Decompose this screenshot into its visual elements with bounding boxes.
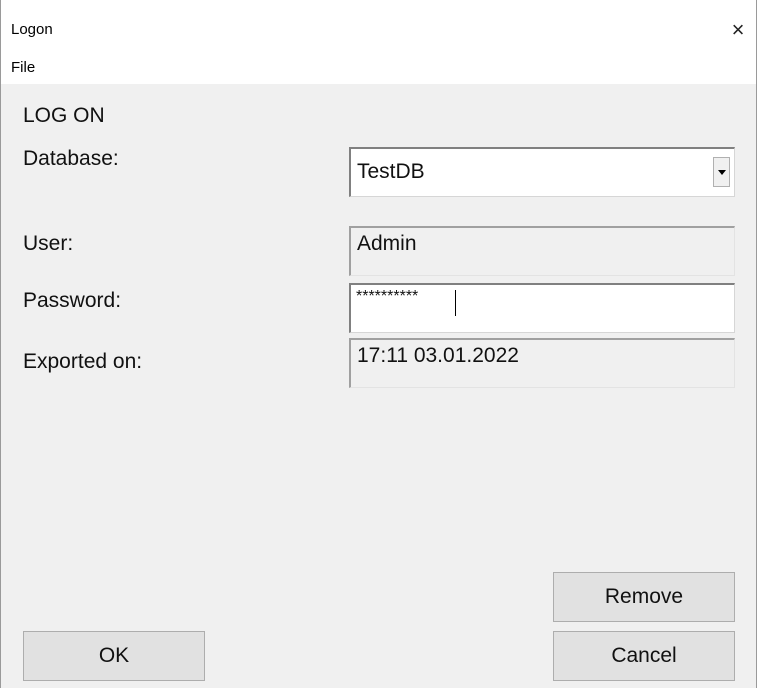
close-icon[interactable]: × xyxy=(720,12,756,48)
window-title: Logon xyxy=(11,21,53,38)
text-caret xyxy=(455,290,456,316)
menu-item-file[interactable]: File xyxy=(11,59,35,76)
title-bar: Logon × xyxy=(1,0,756,52)
chevron-down-icon[interactable] xyxy=(713,157,730,187)
exported-on-value: 17:11 03.01.2022 xyxy=(357,344,519,367)
database-value: TestDB xyxy=(357,160,425,183)
password-label: Password: xyxy=(23,289,122,312)
ok-button[interactable]: OK xyxy=(23,631,205,681)
form-heading: LOG ON xyxy=(23,104,105,127)
user-label: User: xyxy=(23,232,74,255)
exported-on-label: Exported on: xyxy=(23,350,143,373)
exported-on-field: 17:11 03.01.2022 xyxy=(349,338,735,388)
user-value: Admin xyxy=(357,232,417,255)
remove-button[interactable]: Remove xyxy=(553,572,735,622)
password-value: ********** xyxy=(356,288,419,305)
logon-window: Logon × File LOG ON Database: TestDB Use… xyxy=(0,0,757,688)
cancel-button[interactable]: Cancel xyxy=(553,631,735,681)
database-label: Database: xyxy=(23,147,119,170)
user-field: Admin xyxy=(349,226,735,276)
menu-bar: File xyxy=(1,52,756,84)
password-field[interactable]: ********** xyxy=(349,283,735,333)
database-select[interactable]: TestDB xyxy=(349,147,735,197)
